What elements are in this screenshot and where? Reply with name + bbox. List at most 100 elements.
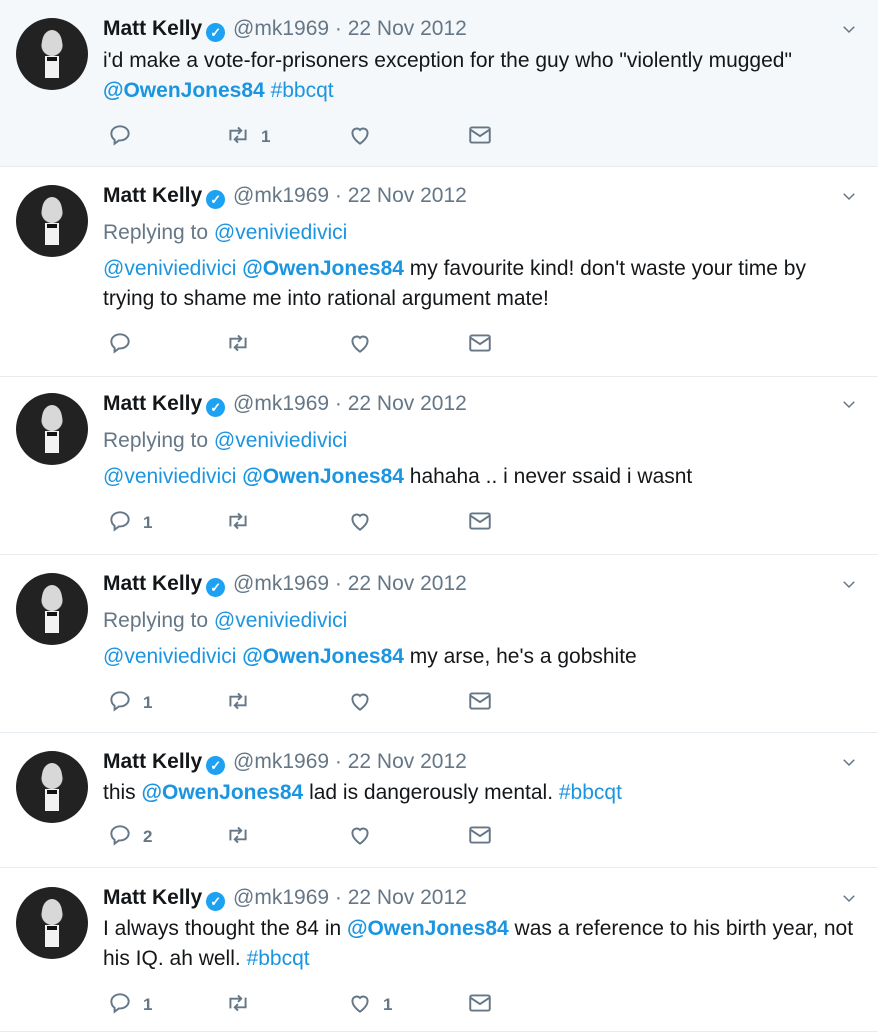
retweet-button[interactable]: [225, 508, 261, 538]
heart-icon: [347, 990, 373, 1021]
reply-count: 1: [143, 995, 153, 1014]
replying-to-link[interactable]: @veniviedivici: [214, 429, 347, 452]
handle[interactable]: @mk1969: [233, 886, 329, 909]
like-button[interactable]: 1: [347, 990, 392, 1020]
display-name[interactable]: Matt Kelly: [103, 17, 202, 40]
retweet-button[interactable]: [225, 330, 261, 360]
timestamp[interactable]: 22 Nov 2012: [348, 886, 467, 909]
handle[interactable]: @mk1969: [233, 392, 329, 415]
like-button[interactable]: [347, 822, 383, 852]
tweet[interactable]: Matt Kelly ✓ @mk1969 · 22 Nov 2012 i'd mak…: [0, 0, 878, 167]
retweet-button[interactable]: 1: [225, 122, 270, 152]
replying-to: Replying to @veniviedivici: [103, 428, 347, 454]
direct-message-button[interactable]: [467, 508, 493, 538]
tweet-actions: 1: [103, 688, 523, 718]
tweet-actions: 1: [103, 508, 523, 538]
handle[interactable]: @mk1969: [233, 572, 329, 595]
chevron-down-icon[interactable]: [840, 889, 858, 907]
reply-button[interactable]: 1: [107, 688, 152, 718]
display-name[interactable]: Matt Kelly: [103, 886, 202, 909]
tweet-header: Matt Kelly ✓ @mk1969 · 22 Nov 2012: [103, 885, 467, 911]
timestamp[interactable]: 22 Nov 2012: [348, 572, 467, 595]
like-button[interactable]: [347, 330, 383, 360]
mention-link[interactable]: @veniviedivici: [103, 645, 236, 668]
tweet-text-segment: i'd make a vote-for-prisoners exception …: [103, 49, 792, 72]
reply-icon: [107, 330, 133, 361]
like-button[interactable]: [347, 122, 383, 152]
reply-button[interactable]: 1: [107, 990, 152, 1020]
direct-message-button[interactable]: [467, 330, 493, 360]
hashtag-link[interactable]: #bbcqt: [271, 79, 334, 102]
tweet-actions: [103, 330, 523, 360]
avatar[interactable]: [16, 393, 88, 465]
handle[interactable]: @mk1969: [233, 184, 329, 207]
separator: ·: [329, 392, 348, 415]
tweet-header: Matt Kelly ✓ @mk1969 · 22 Nov 2012: [103, 571, 467, 597]
tweet[interactable]: Matt Kelly ✓ @mk1969 · 22 Nov 2012 this @O…: [0, 733, 878, 868]
mention-link[interactable]: @OwenJones84: [347, 917, 509, 940]
tweet-text: this @OwenJones84 lad is dangerously men…: [103, 778, 863, 808]
avatar[interactable]: [16, 185, 88, 257]
chevron-down-icon[interactable]: [840, 395, 858, 413]
tweet-text: @veniviedivici @OwenJones84 hahaha .. i …: [103, 462, 863, 492]
tweet-text: @veniviedivici @OwenJones84 my favourite…: [103, 254, 863, 314]
tweet[interactable]: Matt Kelly ✓ @mk1969 · 22 Nov 2012 Replyin…: [0, 377, 878, 555]
reply-button[interactable]: [107, 330, 143, 360]
direct-message-button[interactable]: [467, 688, 493, 718]
heart-icon: [347, 822, 373, 853]
replying-to-label: Replying to: [103, 429, 214, 452]
retweet-button[interactable]: [225, 822, 261, 852]
hashtag-link[interactable]: #bbcqt: [559, 781, 622, 804]
tweet-header: Matt Kelly ✓ @mk1969 · 22 Nov 2012: [103, 391, 467, 417]
separator: ·: [329, 750, 348, 773]
display-name[interactable]: Matt Kelly: [103, 392, 202, 415]
handle[interactable]: @mk1969: [233, 17, 329, 40]
retweet-icon: [225, 122, 251, 153]
tweet[interactable]: Matt Kelly ✓ @mk1969 · 22 Nov 2012 Replyin…: [0, 555, 878, 733]
chevron-down-icon[interactable]: [840, 187, 858, 205]
tweet-actions: 11: [103, 990, 523, 1020]
like-button[interactable]: [347, 688, 383, 718]
reply-button[interactable]: [107, 122, 143, 152]
display-name[interactable]: Matt Kelly: [103, 572, 202, 595]
handle[interactable]: @mk1969: [233, 750, 329, 773]
mention-link[interactable]: @OwenJones84: [242, 465, 404, 488]
tweet[interactable]: Matt Kelly ✓ @mk1969 · 22 Nov 2012 Replyin…: [0, 167, 878, 377]
retweet-icon: [225, 688, 251, 719]
direct-message-button[interactable]: [467, 822, 493, 852]
hashtag-link[interactable]: #bbcqt: [247, 947, 310, 970]
display-name[interactable]: Matt Kelly: [103, 184, 202, 207]
timestamp[interactable]: 22 Nov 2012: [348, 17, 467, 40]
tweet[interactable]: Matt Kelly ✓ @mk1969 · 22 Nov 2012 I alway…: [0, 868, 878, 1032]
reply-button[interactable]: 1: [107, 508, 152, 538]
chevron-down-icon[interactable]: [840, 20, 858, 38]
replying-to-link[interactable]: @veniviedivici: [214, 221, 347, 244]
reply-count: 1: [143, 693, 153, 712]
mention-link[interactable]: @OwenJones84: [142, 781, 304, 804]
direct-message-button[interactable]: [467, 122, 493, 152]
retweet-icon: [225, 990, 251, 1021]
retweet-button[interactable]: [225, 990, 261, 1020]
tweet-text: @veniviedivici @OwenJones84 my arse, he'…: [103, 642, 863, 672]
chevron-down-icon[interactable]: [840, 753, 858, 771]
avatar[interactable]: [16, 573, 88, 645]
like-button[interactable]: [347, 508, 383, 538]
timestamp[interactable]: 22 Nov 2012: [348, 750, 467, 773]
reply-button[interactable]: 2: [107, 822, 152, 852]
tweet-text: I always thought the 84 in @OwenJones84 …: [103, 914, 863, 974]
mention-link[interactable]: @OwenJones84: [242, 257, 404, 280]
replying-to-link[interactable]: @veniviedivici: [214, 609, 347, 632]
mention-link[interactable]: @veniviedivici: [103, 465, 236, 488]
direct-message-button[interactable]: [467, 990, 493, 1020]
mention-link[interactable]: @veniviedivici: [103, 257, 236, 280]
avatar[interactable]: [16, 18, 88, 90]
avatar[interactable]: [16, 751, 88, 823]
timestamp[interactable]: 22 Nov 2012: [348, 184, 467, 207]
display-name[interactable]: Matt Kelly: [103, 750, 202, 773]
chevron-down-icon[interactable]: [840, 575, 858, 593]
mention-link[interactable]: @OwenJones84: [103, 79, 265, 102]
timestamp[interactable]: 22 Nov 2012: [348, 392, 467, 415]
avatar[interactable]: [16, 887, 88, 959]
retweet-button[interactable]: [225, 688, 261, 718]
mention-link[interactable]: @OwenJones84: [242, 645, 404, 668]
